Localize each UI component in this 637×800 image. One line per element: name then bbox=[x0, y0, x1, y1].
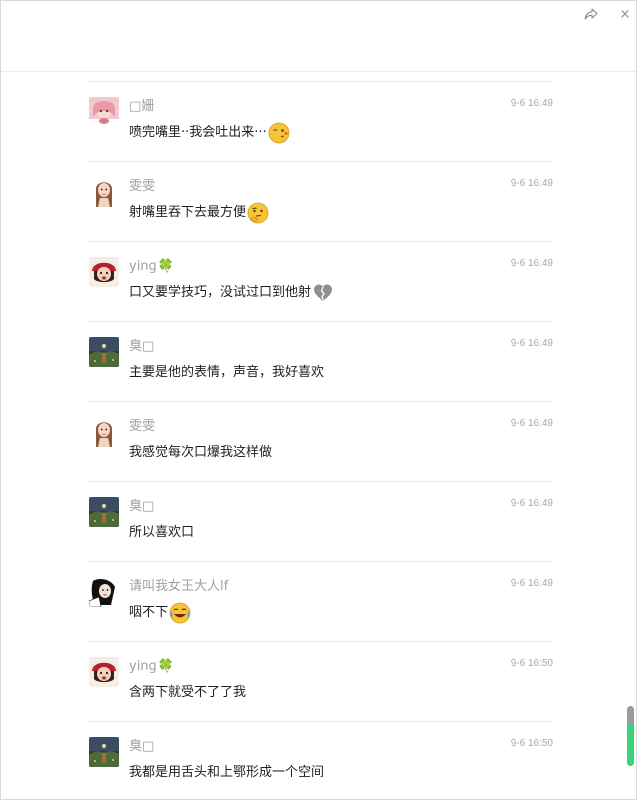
message-text-content: 所以喜欢口 bbox=[129, 525, 195, 540]
message-time: 9-6 16:49 bbox=[510, 98, 553, 109]
sender-name: 请叫我女王大人lf bbox=[129, 579, 229, 594]
message-item[interactable]: ying🍀 9-6 16:49 口又要学技巧，没试过口到他射 bbox=[88, 242, 553, 322]
avatar[interactable] bbox=[89, 97, 119, 127]
message-text: 我都是用舌头和上鄂形成一个空间 bbox=[129, 761, 324, 785]
message-time: 9-6 16:49 bbox=[510, 178, 553, 189]
message-time: 9-6 16:49 bbox=[510, 258, 553, 269]
share-arrow-icon[interactable] bbox=[581, 5, 601, 23]
sender-name: ying🍀 bbox=[129, 658, 174, 676]
sender-name: 雯雯 bbox=[129, 179, 156, 194]
avatar[interactable] bbox=[89, 577, 119, 607]
message-text-content: 主要是他的表情，声音，我好喜欢 bbox=[129, 365, 325, 380]
message-text: 咽不下 bbox=[129, 601, 191, 625]
clover-badge: 🍀 bbox=[157, 259, 174, 274]
message-item[interactable]: 雯雯 9-6 16:49 射嘴里吞下去最方便 bbox=[88, 162, 553, 242]
message-text: 所以喜欢口 bbox=[129, 521, 194, 545]
sender-name: 臭□ bbox=[129, 499, 155, 514]
scrollbar-thumb[interactable] bbox=[627, 706, 634, 766]
message-time: 9-6 16:50 bbox=[510, 658, 553, 669]
message-item[interactable]: 雯雯 9-6 16:49 我感觉每次口爆我这样做 bbox=[88, 402, 553, 482]
clover-badge: 🍀 bbox=[157, 659, 174, 674]
sender-name: □姗 bbox=[129, 99, 155, 114]
message-text: 口又要学技巧，没试过口到他射 bbox=[129, 281, 334, 305]
avatar[interactable] bbox=[89, 337, 119, 367]
message-time: 9-6 16:50 bbox=[510, 738, 553, 749]
message-time: 9-6 16:49 bbox=[510, 578, 553, 589]
avatar[interactable] bbox=[89, 657, 119, 687]
sender-name: ying🍀 bbox=[129, 258, 174, 276]
title-bar: × bbox=[1, 1, 636, 72]
message-text-content: 咽不下 bbox=[129, 605, 169, 620]
laughing-crying-face-icon bbox=[169, 602, 191, 624]
broken-heart-icon bbox=[314, 284, 333, 301]
avatar[interactable] bbox=[89, 177, 119, 207]
message-item[interactable]: 臭□ 9-6 16:49 所以喜欢口 bbox=[88, 482, 553, 562]
message-item[interactable]: □姗 9-6 16:49 喷完嘴里··我会吐出来··· bbox=[88, 82, 553, 162]
message-item[interactable]: 臭□ 9-6 16:50 我都是用舌头和上鄂形成一个空间 bbox=[88, 722, 553, 799]
sender-name-text: ying bbox=[129, 659, 157, 674]
message-text: 喷完嘴里··我会吐出来··· bbox=[129, 121, 290, 145]
message-text-content: 我感觉每次口爆我这样做 bbox=[129, 445, 273, 460]
message-text-content: 口又要学技巧，没试过口到他射 bbox=[129, 285, 312, 300]
sender-name: 雯雯 bbox=[129, 419, 156, 434]
sender-name: 臭□ bbox=[129, 739, 155, 754]
message-text: 主要是他的表情，声音，我好喜欢 bbox=[129, 361, 324, 385]
message-text: 含两下就受不了了我 bbox=[129, 681, 246, 705]
message-item[interactable]: ying🍀 9-6 16:50 含两下就受不了了我 bbox=[88, 642, 553, 722]
thinking-face-icon bbox=[247, 202, 269, 224]
sender-name: 臭□ bbox=[129, 339, 155, 354]
message-item[interactable]: 臭□ 9-6 16:49 主要是他的表情，声音，我好喜欢 bbox=[88, 322, 553, 402]
message-text: 我感觉每次口爆我这样做 bbox=[129, 441, 272, 465]
message-text-content: 射嘴里吞下去最方便 bbox=[129, 205, 247, 220]
sender-name-text: ying bbox=[129, 259, 157, 274]
message-text-content: 喷完嘴里··我会吐出来··· bbox=[129, 125, 267, 140]
message-time: 9-6 16:49 bbox=[510, 498, 553, 509]
face-blowing-kiss-icon bbox=[268, 122, 290, 144]
message-list[interactable]: □姗 9-6 16:49 喷完嘴里··我会吐出来··· 雯雯 9-6 16:49… bbox=[1, 71, 636, 799]
avatar[interactable] bbox=[89, 417, 119, 447]
message-text-content: 含两下就受不了了我 bbox=[129, 685, 247, 700]
message-item[interactable]: 请叫我女王大人lf 9-6 16:49 咽不下 bbox=[88, 562, 553, 642]
avatar[interactable] bbox=[89, 257, 119, 287]
close-icon[interactable]: × bbox=[615, 5, 635, 23]
message-text-content: 我都是用舌头和上鄂形成一个空间 bbox=[129, 765, 325, 780]
message-text: 射嘴里吞下去最方便 bbox=[129, 201, 269, 225]
message-time: 9-6 16:49 bbox=[510, 338, 553, 349]
message-time: 9-6 16:49 bbox=[510, 418, 553, 429]
chat-history-window: × □姗 9-6 16:49 喷完嘴里··我会吐出来··· 雯雯 9-6 16:… bbox=[0, 0, 637, 800]
avatar[interactable] bbox=[89, 737, 119, 767]
avatar[interactable] bbox=[89, 497, 119, 527]
